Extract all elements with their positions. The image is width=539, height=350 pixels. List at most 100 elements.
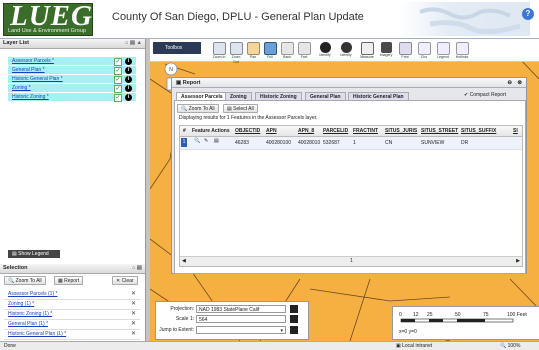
selection-header: Selection ⌂ ▤ <box>0 264 145 274</box>
col-situs-juris[interactable]: SITUS_JURIS <box>385 128 417 134</box>
scale-go-button[interactable] <box>290 315 298 323</box>
layer-visible-checkbox[interactable]: ✓ <box>114 85 122 93</box>
col-apn-8[interactable]: APN_8 <box>298 128 314 134</box>
selection-item-label[interactable]: Historic General Plan (1) * <box>8 331 66 337</box>
row-index[interactable]: 1 <box>181 138 187 147</box>
zoom-in-tool[interactable]: Zoom In <box>212 42 226 60</box>
hotlinks-tool[interactable]: Hotlinks <box>455 42 469 60</box>
layer-visible-checkbox[interactable]: ✓ <box>114 67 122 75</box>
layer-historic-general-plan[interactable]: Historic General Plan * ✓ i <box>8 75 136 84</box>
show-legend-label: Show Legend <box>18 251 49 257</box>
layer-zoning[interactable]: Zoning * ✓ i <box>8 84 136 93</box>
extent-select[interactable]: ▾ <box>196 326 286 334</box>
scale-tick-label: 0 <box>399 312 402 318</box>
zoom-out-tool[interactable]: Zoom Out <box>229 42 243 65</box>
scroll-right-icon[interactable]: ▶ <box>516 258 520 264</box>
projection-select[interactable]: NAD 1983 StatePlane Calif <box>196 305 286 313</box>
col-fractint[interactable]: FRACTINT <box>353 128 378 134</box>
pan-tool[interactable]: Pan <box>246 42 260 60</box>
col-apn[interactable]: APN <box>266 128 277 134</box>
forward-tool[interactable]: Fwd <box>297 42 311 60</box>
col-situs-street[interactable]: SITUS_STREET <box>421 128 458 134</box>
legend-tool[interactable]: Legend <box>436 42 450 60</box>
selection-item-label[interactable]: General Plan (1) * <box>8 321 48 327</box>
globe-icon <box>263 42 277 55</box>
tool-label: Measure <box>360 55 374 59</box>
col-objectid[interactable]: OBJECTID <box>235 128 260 134</box>
clear-button[interactable]: ✕ Clear <box>112 276 138 285</box>
layer-visible-checkbox[interactable]: ✓ <box>114 58 122 66</box>
compact-report-toggle[interactable]: ✔ Compact Report <box>464 92 506 98</box>
scale-tick-label: 50 <box>455 312 461 318</box>
info-multi-icon <box>340 42 352 53</box>
layer-label[interactable]: General Plan * <box>12 67 45 73</box>
layer-visible-checkbox[interactable]: ✓ <box>114 76 122 84</box>
zoom-to-all-button[interactable]: 🔍 Zoom To All <box>4 276 46 285</box>
col-situs-suffix[interactable]: SITUS_SUFFIX <box>461 128 496 134</box>
scroll-left-icon[interactable]: ◀ <box>182 258 186 264</box>
identify-tool[interactable]: Identify <box>318 42 332 58</box>
scale-input[interactable]: 564 <box>196 315 286 323</box>
info-icon[interactable]: i <box>125 85 132 92</box>
report-button[interactable]: ▦ Report <box>54 276 84 285</box>
report-titlebar[interactable]: ▣ Report ⊖ ⊗ <box>172 78 526 88</box>
selection-controls[interactable]: ⌂ ▤ <box>132 264 142 273</box>
selection-item[interactable]: Historic General Plan (1) * ✕ <box>4 329 140 340</box>
layer-general-plan[interactable]: General Plan * ✓ i <box>8 66 136 75</box>
remove-icon[interactable]: ✕ <box>131 330 136 337</box>
highlight-feature-icon[interactable]: ✎ <box>204 138 208 144</box>
selection-item-label[interactable]: Historic Zoning (1) * <box>8 311 52 317</box>
close-icon[interactable]: ⊗ <box>517 78 522 88</box>
coordinate-readout: x=0 y=0 <box>399 329 417 335</box>
minimize-icon[interactable]: ⊖ <box>507 78 512 88</box>
horizontal-scrollbar[interactable]: ◀ 1 ▶ <box>180 256 522 266</box>
layer-visible-checkbox[interactable]: ✓ <box>114 94 122 102</box>
show-legend-button[interactable]: ▤ Show Legend <box>8 250 60 258</box>
toolbox-tab[interactable]: Toolbox <box>153 42 201 54</box>
zoom-icon: 🔍 <box>500 343 508 349</box>
remove-icon[interactable]: ✕ <box>131 310 136 317</box>
col-index[interactable]: # <box>183 128 186 134</box>
print-tool[interactable]: Print <box>398 42 412 60</box>
select-all-button[interactable]: ▤ Select All <box>223 104 258 113</box>
info-icon[interactable]: i <box>125 76 132 83</box>
identify-multi-tool[interactable]: Identify <box>339 42 353 58</box>
layer-historic-zoning[interactable]: Historic Zoning * ✓ i <box>8 93 136 102</box>
layer-label[interactable]: Historic Zoning * <box>12 94 49 100</box>
layer-assessor-parcels[interactable]: Assessor Parcels * ✓ i <box>8 57 136 66</box>
info-icon[interactable]: i <box>125 67 132 74</box>
imagery-tool[interactable]: Imagery <box>379 42 393 58</box>
table-row[interactable]: 1 🔍 ✎ ▤ 46283 400280100 40028010 532687 … <box>180 137 522 150</box>
back-tool[interactable]: Back <box>280 42 294 60</box>
forward-arrow-icon <box>297 42 311 55</box>
selection-item-label[interactable]: Zoning (1) * <box>8 301 34 307</box>
remove-icon[interactable]: ✕ <box>131 300 136 307</box>
scale-label: Scale 1: <box>175 316 194 322</box>
info-icon[interactable]: i <box>125 58 132 65</box>
logo-subtitle: Land Use & Environment Group <box>8 28 86 34</box>
help-icon[interactable]: ? <box>522 8 534 20</box>
pdf-feature-icon[interactable]: ▤ <box>214 138 219 144</box>
layer-label[interactable]: Historic General Plan * <box>12 76 63 82</box>
info-icon[interactable]: i <box>125 94 132 101</box>
report-icon: ▦ <box>58 278 63 284</box>
col-parcelid[interactable]: PARCELID <box>323 128 348 134</box>
clear-graphics-tool[interactable]: Clrs <box>417 42 431 60</box>
eraser-icon <box>417 42 431 55</box>
layer-label[interactable]: Assessor Parcels * <box>12 58 54 64</box>
col-feature-actions[interactable]: Feature Actions <box>192 128 230 134</box>
projection-go-button[interactable] <box>290 305 298 313</box>
zoom-feature-icon[interactable]: 🔍 <box>194 138 200 144</box>
selection-item-label[interactable]: Assessor Parcels (1) * <box>8 291 57 297</box>
report-zoom-to-all-button[interactable]: 🔍 Zoom To All <box>177 104 219 113</box>
col-si[interactable]: SI <box>513 128 518 134</box>
layer-list-controls[interactable]: ⌂ ▤ ▲ <box>125 39 142 48</box>
full-extent-tool[interactable]: Full <box>263 42 277 60</box>
scale-tick-label: 100 Feet <box>507 312 527 318</box>
layer-label[interactable]: Zoning * <box>12 85 31 91</box>
measure-tool[interactable]: Measure <box>360 42 374 60</box>
extent-go-button[interactable] <box>290 326 298 334</box>
remove-icon[interactable]: ✕ <box>131 320 136 327</box>
tool-label: Zoom Out <box>231 55 241 64</box>
remove-icon[interactable]: ✕ <box>131 290 136 297</box>
